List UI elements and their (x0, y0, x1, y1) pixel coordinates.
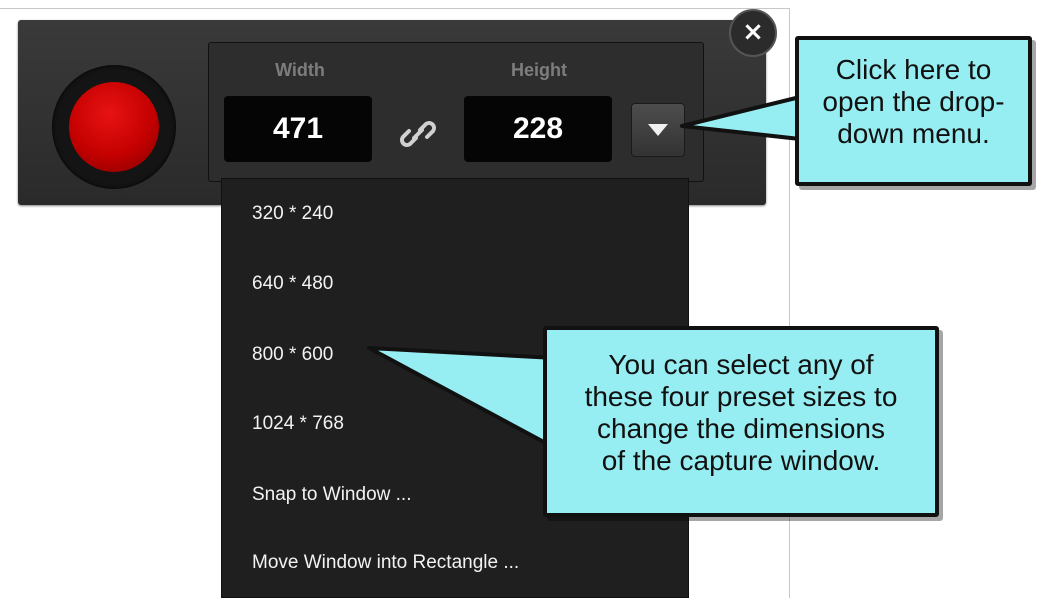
menu-item-640x480[interactable]: 640 * 480 (252, 273, 333, 295)
close-button[interactable]: × (729, 9, 777, 57)
callout-line: these four preset sizes to (584, 381, 898, 412)
callout-line: down menu. (837, 118, 990, 149)
record-icon (69, 82, 159, 172)
width-label: Width (275, 60, 325, 80)
height-label: Height (511, 60, 567, 80)
size-dropdown-button[interactable] (631, 103, 685, 157)
menu-item-800x600[interactable]: 800 * 600 (252, 344, 333, 366)
link-icon[interactable] (398, 114, 438, 154)
callout-line: change the dimensions (597, 413, 885, 444)
width-field[interactable]: 471 (224, 96, 372, 162)
menu-item-move-window-into-rectangle[interactable]: Move Window into Rectangle ... (252, 552, 519, 574)
menu-item-320x240[interactable]: 320 * 240 (252, 203, 333, 225)
capture-frame-top-edge (0, 8, 790, 9)
dropdown-hint-callout: Click here to open the drop- down menu. (795, 36, 1032, 186)
height-field[interactable]: 228 (464, 96, 612, 162)
preset-hint-callout: You can select any of these four preset … (543, 326, 939, 517)
callout-line: Click here to (835, 54, 992, 85)
callout-line: open the drop- (822, 86, 1005, 117)
menu-item-snap-to-window[interactable]: Snap to Window ... (252, 484, 411, 506)
callout-pointer (367, 346, 557, 450)
callout-pointer (680, 95, 802, 141)
chevron-down-icon (648, 124, 668, 136)
callout-line: You can select any of (608, 349, 874, 380)
record-button[interactable] (52, 65, 176, 189)
callout-line: of the capture window. (601, 445, 881, 476)
menu-item-1024x768[interactable]: 1024 * 768 (252, 413, 344, 435)
